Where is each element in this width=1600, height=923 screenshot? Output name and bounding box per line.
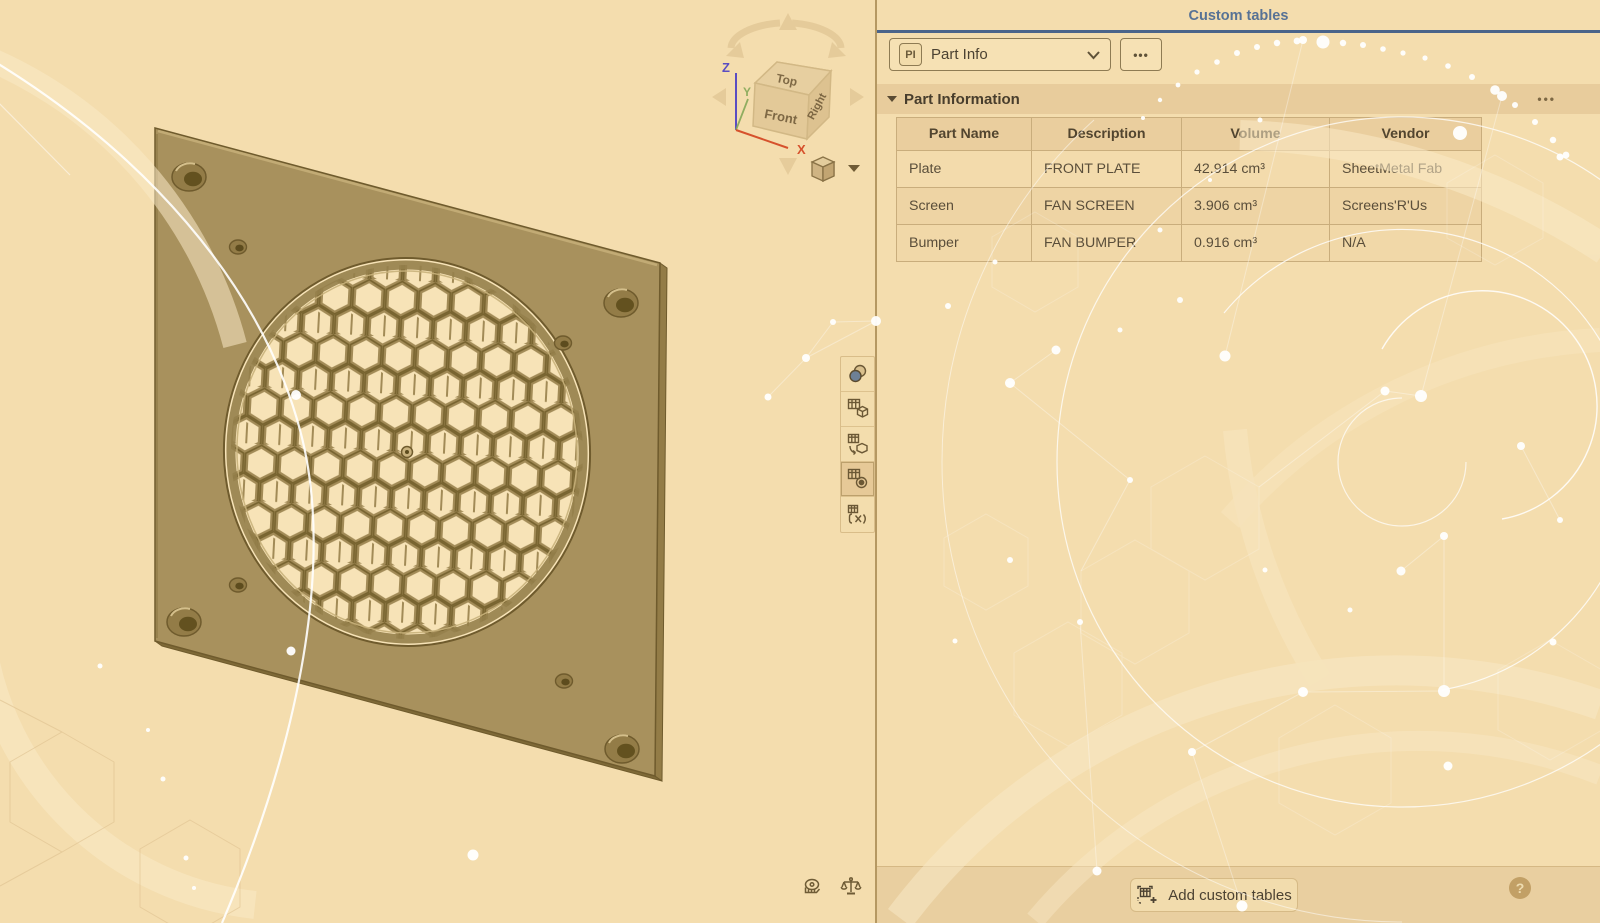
- mass-properties-icon[interactable]: [840, 876, 862, 898]
- chevron-down-icon: [1086, 50, 1101, 60]
- toolbar-appearance-button[interactable]: [841, 357, 874, 392]
- toolbar-table-derive-button[interactable]: [841, 427, 874, 462]
- part-information-section-header[interactable]: Part Information •••: [877, 84, 1600, 114]
- cell-volume: 3.906 cm³: [1182, 188, 1330, 225]
- axis-x-label: X: [797, 142, 806, 157]
- column-header: Part Name: [897, 118, 1032, 151]
- toolbar-table-cube-button[interactable]: [841, 392, 874, 427]
- table-selector-row: PI Part Info •••: [889, 38, 1162, 71]
- center-hole-bore: [405, 450, 409, 454]
- axis-z-label: Z: [722, 60, 730, 75]
- table-select-value: Part Info: [931, 46, 988, 63]
- table-row: Plate FRONT PLATE 42.914 cm³ SheetMetal …: [897, 151, 1482, 188]
- section-title: Part Information: [904, 91, 1020, 108]
- collapse-chevron-icon: [887, 96, 897, 102]
- table-row: Bumper FAN BUMPER 0.916 cm³ N/A: [897, 225, 1482, 262]
- table-more-button[interactable]: •••: [1120, 38, 1162, 71]
- section-more-button[interactable]: •••: [1537, 92, 1556, 106]
- table-select-dropdown[interactable]: PI Part Info: [889, 38, 1111, 71]
- table-featurescript-icon: [847, 504, 869, 526]
- cell-vendor: N/A: [1330, 225, 1482, 262]
- axis-y-label: Y: [743, 85, 751, 99]
- custom-tables-panel: Custom tables PI Part Info ••• Part Info…: [877, 0, 1600, 923]
- custom-table-icon: [847, 468, 869, 490]
- part-information-table: Part Name Description Volume Vendor Plat…: [896, 117, 1482, 262]
- measure-icon[interactable]: [802, 876, 824, 898]
- cell-vendor: Screens'R'Us: [1330, 188, 1482, 225]
- add-table-icon: [1136, 884, 1160, 906]
- table-cube-icon: [847, 398, 869, 420]
- table-badge: PI: [899, 43, 922, 66]
- column-header: Description: [1032, 118, 1182, 151]
- cell-description: FAN SCREEN: [1032, 188, 1182, 225]
- panel-title-underline: [877, 30, 1600, 33]
- viewport-3d[interactable]: Top Front Right Z Y X: [0, 0, 875, 923]
- cell-vendor: SheetMetal Fab: [1330, 151, 1482, 188]
- column-header: Volume: [1182, 118, 1330, 151]
- panel-toolbar: [840, 356, 875, 533]
- cell-description: FRONT PLATE: [1032, 151, 1182, 188]
- help-button[interactable]: ?: [1509, 877, 1531, 899]
- add-button-label: Add custom tables: [1168, 887, 1291, 904]
- cell-part-name: Plate: [897, 151, 1032, 188]
- add-custom-tables-button[interactable]: Add custom tables: [1130, 878, 1298, 912]
- cell-volume: 0.916 cm³: [1182, 225, 1330, 262]
- cell-volume: 42.914 cm³: [1182, 151, 1330, 188]
- table-derive-icon: [847, 433, 869, 455]
- cell-part-name: Screen: [897, 188, 1032, 225]
- appearance-icon: [847, 363, 869, 385]
- view-options-button[interactable]: [806, 152, 864, 186]
- panel-title: Custom tables: [877, 8, 1600, 24]
- viewport-tools: [802, 876, 862, 898]
- table-row: Screen FAN SCREEN 3.906 cm³ Screens'R'Us: [897, 188, 1482, 225]
- cube-icon: [812, 157, 834, 181]
- column-header: Vendor: [1330, 118, 1482, 151]
- cell-description: FAN BUMPER: [1032, 225, 1182, 262]
- chevron-down-icon: [848, 165, 860, 172]
- toolbar-custom-tables-button[interactable]: [841, 462, 874, 497]
- table-header-row: Part Name Description Volume Vendor: [897, 118, 1482, 151]
- cell-part-name: Bumper: [897, 225, 1032, 262]
- toolbar-featurescript-table-button[interactable]: [841, 497, 874, 532]
- panel-bottom-bar: Add custom tables ?: [877, 866, 1600, 923]
